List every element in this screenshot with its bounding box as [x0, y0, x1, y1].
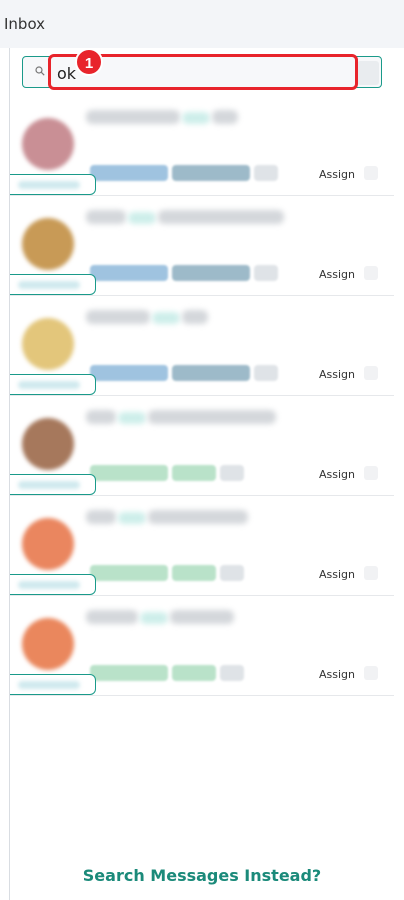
- contact-name-redacted: [158, 210, 284, 224]
- conversation-list: Assign Assign Assign Assign Assign Assign: [10, 96, 404, 696]
- conversation-row[interactable]: Assign: [10, 196, 394, 296]
- channel-tab: [10, 674, 96, 695]
- contact-name-redacted: [212, 110, 238, 124]
- channel-tab: [10, 174, 96, 195]
- channel-name-redacted: [18, 281, 80, 289]
- label-chip: [90, 365, 168, 381]
- avatar: [22, 318, 74, 370]
- chevron-down-icon[interactable]: [364, 666, 378, 680]
- avatar: [22, 218, 74, 270]
- assign-button[interactable]: Assign: [319, 268, 355, 281]
- assign-button[interactable]: Assign: [319, 568, 355, 581]
- label-chip: [254, 365, 278, 381]
- chevron-down-icon[interactable]: [364, 266, 378, 280]
- page-title: Inbox: [4, 15, 46, 33]
- conversation-row[interactable]: Assign: [10, 96, 394, 196]
- search-bar[interactable]: [22, 56, 382, 88]
- inbox-header: Inbox: [0, 0, 404, 48]
- assign-button[interactable]: Assign: [319, 368, 355, 381]
- label-chip: [254, 165, 278, 181]
- chevron-down-icon[interactable]: [364, 466, 378, 480]
- avatar: [22, 418, 74, 470]
- label-chip: [220, 465, 244, 481]
- contact-tag-redacted: [118, 512, 146, 524]
- conversation-row[interactable]: Assign: [10, 396, 394, 496]
- chevron-down-icon[interactable]: [364, 166, 378, 180]
- assign-button[interactable]: Assign: [319, 168, 355, 181]
- channel-tab: [10, 274, 96, 295]
- contact-name-redacted: [86, 110, 180, 124]
- conversation-panel: 1 AssignAssignAssignAssignAssignAssign: [10, 48, 404, 900]
- avatar: [22, 118, 74, 170]
- channel-name-redacted: [18, 481, 80, 489]
- contact-name-redacted: [86, 310, 150, 324]
- search-input[interactable]: [57, 61, 347, 85]
- label-chip: [220, 665, 244, 681]
- label-chip: [90, 465, 168, 481]
- contact-name-redacted: [86, 610, 138, 624]
- label-chip: [172, 365, 250, 381]
- contact-name-redacted: [86, 410, 116, 424]
- channel-tab: [10, 374, 96, 395]
- channel-tab: [10, 574, 96, 595]
- contact-tag-redacted: [152, 312, 180, 324]
- channel-name-redacted: [18, 581, 80, 589]
- conversation-row[interactable]: Assign: [10, 496, 394, 596]
- channel-name-redacted: [18, 181, 80, 189]
- contact-tag-redacted: [128, 212, 156, 224]
- contact-tag-redacted: [118, 412, 146, 424]
- label-chip: [90, 265, 168, 281]
- search-messages-link[interactable]: Search Messages Instead?: [0, 866, 404, 885]
- contact-name-redacted: [148, 410, 276, 424]
- search-icon: [35, 66, 45, 76]
- label-chip: [172, 465, 216, 481]
- channel-tab: [10, 474, 96, 495]
- label-chip: [90, 665, 168, 681]
- label-chip: [254, 265, 278, 281]
- avatar: [22, 518, 74, 570]
- label-chip: [172, 165, 250, 181]
- contact-name-redacted: [86, 510, 116, 524]
- contact-tag-redacted: [182, 112, 210, 124]
- chevron-down-icon[interactable]: [364, 566, 378, 580]
- label-chip: [172, 265, 250, 281]
- assign-button[interactable]: Assign: [319, 468, 355, 481]
- conversation-row[interactable]: Assign: [10, 296, 394, 396]
- channel-name-redacted: [18, 381, 80, 389]
- avatar: [22, 618, 74, 670]
- chevron-down-icon[interactable]: [364, 366, 378, 380]
- contact-tag-redacted: [140, 612, 168, 624]
- channel-name-redacted: [18, 681, 80, 689]
- contact-name-redacted: [170, 610, 234, 624]
- conversation-row[interactable]: Assign: [10, 596, 394, 696]
- label-chip: [90, 565, 168, 581]
- contact-name-redacted: [182, 310, 208, 324]
- label-chip: [220, 565, 244, 581]
- contact-name-redacted: [86, 210, 126, 224]
- filter-button[interactable]: [357, 61, 379, 85]
- label-chip: [172, 565, 216, 581]
- label-chip: [172, 665, 216, 681]
- label-chip: [90, 165, 168, 181]
- contact-name-redacted: [148, 510, 248, 524]
- assign-button[interactable]: Assign: [319, 668, 355, 681]
